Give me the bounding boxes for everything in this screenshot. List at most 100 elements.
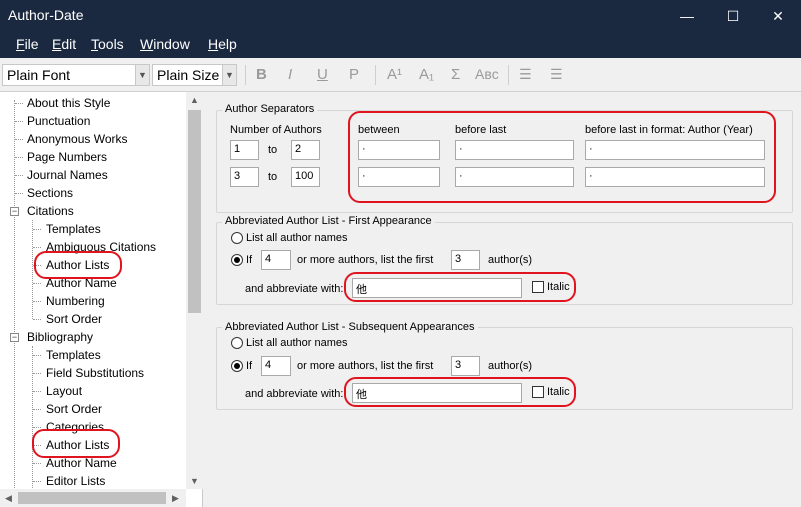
window-title: Author-Date <box>8 7 84 23</box>
row1-format-field[interactable]: · <box>585 140 765 160</box>
subsequent-count-field[interactable]: 4 <box>261 356 291 376</box>
author-separators-title: Author Separators <box>222 103 318 115</box>
symbol-button[interactable]: Σ <box>451 66 460 83</box>
row2-format-field[interactable]: · <box>585 167 765 187</box>
tree-item-anonymous-works[interactable]: Anonymous Works <box>27 132 127 146</box>
italic-button[interactable]: I <box>288 66 292 83</box>
tree-connector <box>32 220 33 319</box>
number-of-authors-label: Number of Authors <box>230 124 322 136</box>
small-caps-button[interactable]: Aʙᴄ <box>475 66 499 82</box>
font-select[interactable]: Plain Font ▼ <box>2 64 150 86</box>
first-appearance-title: Abbreviated Author List - First Appearan… <box>222 215 435 227</box>
tree-item-page-numbers[interactable]: Page Numbers <box>27 150 107 164</box>
tree-item-bibliography[interactable]: Bibliography <box>27 330 93 344</box>
tree-item-citations-templates[interactable]: Templates <box>46 222 101 236</box>
first-list-all-label: List all author names <box>246 232 348 244</box>
size-select[interactable]: Plain Size ▼ <box>152 64 237 86</box>
align-left-icon[interactable]: ☰ <box>519 66 532 83</box>
first-abbreviate-field[interactable]: 他 <box>352 278 522 298</box>
subsequent-italic-checkbox[interactable] <box>532 386 544 398</box>
tree-connector <box>15 157 23 158</box>
before-last-label: before last <box>455 124 507 136</box>
menu-file[interactable]: File <box>16 36 39 52</box>
tree-item-numbering[interactable]: Numbering <box>46 294 105 308</box>
plain-button[interactable]: P <box>349 66 359 83</box>
subsequent-authors-label: author(s) <box>488 360 533 372</box>
tree-item-editor-lists[interactable]: Editor Lists <box>46 474 105 488</box>
row2-between-field[interactable]: · <box>358 167 440 187</box>
subsequent-abbreviate-field[interactable]: 他 <box>352 383 522 403</box>
tree-connector <box>33 265 41 266</box>
row1-from-field[interactable]: 1 <box>230 140 259 160</box>
tree-item-categories[interactable]: Categories <box>46 420 104 434</box>
tree-connector <box>33 283 41 284</box>
menu-tools[interactable]: Tools <box>91 36 124 52</box>
menu-help[interactable]: Help <box>208 36 237 52</box>
first-if-radio[interactable] <box>231 254 243 266</box>
tree-item-layout[interactable]: Layout <box>46 384 82 398</box>
first-if-label: If <box>246 254 253 266</box>
tree-item-bibliography-author-name[interactable]: Author Name <box>46 456 117 470</box>
tree-item-citations[interactable]: Citations <box>27 204 74 218</box>
tree-connector <box>32 346 33 496</box>
tree-item-about[interactable]: About this Style <box>27 96 110 110</box>
subsequent-appearances-title: Abbreviated Author List - Subsequent App… <box>222 321 478 333</box>
to-label: to <box>268 171 278 183</box>
underline-button[interactable]: U <box>317 66 328 83</box>
subscript-button[interactable]: A₁ <box>419 66 434 83</box>
menu-edit[interactable]: Edit <box>52 36 76 52</box>
tree-connector <box>15 121 23 122</box>
superscript-button[interactable]: A¹ <box>387 66 402 83</box>
tree-connector <box>33 427 41 428</box>
first-italic-label: Italic <box>547 281 570 293</box>
tree-item-bibliography-templates[interactable]: Templates <box>46 348 101 362</box>
scroll-left-icon[interactable]: ◀ <box>5 493 12 504</box>
collapse-bibliography-icon[interactable]: − <box>10 333 19 342</box>
tree-item-ambiguous-citations[interactable]: Ambiguous Citations <box>46 240 156 254</box>
tree-item-citations-sort-order[interactable]: Sort Order <box>46 312 102 326</box>
tree-connector <box>33 301 41 302</box>
tree-connector <box>14 100 15 498</box>
tree-item-field-substitutions[interactable]: Field Substitutions <box>46 366 144 380</box>
title-bar: Author-Date — ☐ ✕ <box>0 0 801 32</box>
row2-from-field[interactable]: 3 <box>230 167 259 187</box>
subsequent-if-radio[interactable] <box>231 360 243 372</box>
tree-connector <box>33 463 41 464</box>
subsequent-or-more-label: or more authors, list the first <box>297 360 434 372</box>
tree-item-sections[interactable]: Sections <box>27 186 73 200</box>
tree-item-punctuation[interactable]: Punctuation <box>27 114 90 128</box>
scroll-right-icon[interactable]: ▶ <box>172 493 179 504</box>
close-button[interactable]: ✕ <box>755 0 801 32</box>
minimize-button[interactable]: — <box>664 0 710 32</box>
tree-item-bibliography-sort-order[interactable]: Sort Order <box>46 402 102 416</box>
toolbar-divider <box>375 65 376 85</box>
tree-connector <box>15 193 23 194</box>
tree-item-journal-names[interactable]: Journal Names <box>27 168 108 182</box>
row1-between-field[interactable]: · <box>358 140 440 160</box>
menu-window[interactable]: Window <box>140 36 190 52</box>
tree-connector <box>33 319 41 320</box>
subsequent-list-all-radio[interactable] <box>231 337 243 349</box>
first-count-field[interactable]: 4 <box>261 250 291 270</box>
subsequent-first-n-field[interactable]: 3 <box>451 356 480 376</box>
chevron-down-icon: ▼ <box>222 65 236 85</box>
tree-item-citations-author-lists[interactable]: Author Lists <box>46 258 109 272</box>
row2-to-field[interactable]: 100 <box>291 167 320 187</box>
tree-horizontal-scroll-thumb[interactable] <box>18 492 166 504</box>
first-italic-checkbox[interactable] <box>532 281 544 293</box>
collapse-citations-icon[interactable]: − <box>10 207 19 216</box>
tree-connector <box>15 103 23 104</box>
bold-button[interactable]: B <box>256 66 267 83</box>
row1-to-field[interactable]: 2 <box>291 140 320 160</box>
tree-vertical-scroll-thumb[interactable] <box>188 110 201 313</box>
first-first-n-field[interactable]: 3 <box>451 250 480 270</box>
tree-item-citations-author-name[interactable]: Author Name <box>46 276 117 290</box>
first-list-all-radio[interactable] <box>231 232 243 244</box>
row1-before-last-field[interactable]: · <box>455 140 574 160</box>
tree-item-bibliography-author-lists[interactable]: Author Lists <box>46 438 109 452</box>
maximize-button[interactable]: ☐ <box>710 0 756 32</box>
scroll-up-icon[interactable]: ▲ <box>190 95 199 105</box>
scroll-down-icon[interactable]: ▼ <box>190 476 199 486</box>
row2-before-last-field[interactable]: · <box>455 167 574 187</box>
align-justify-icon[interactable]: ☰ <box>550 66 563 83</box>
